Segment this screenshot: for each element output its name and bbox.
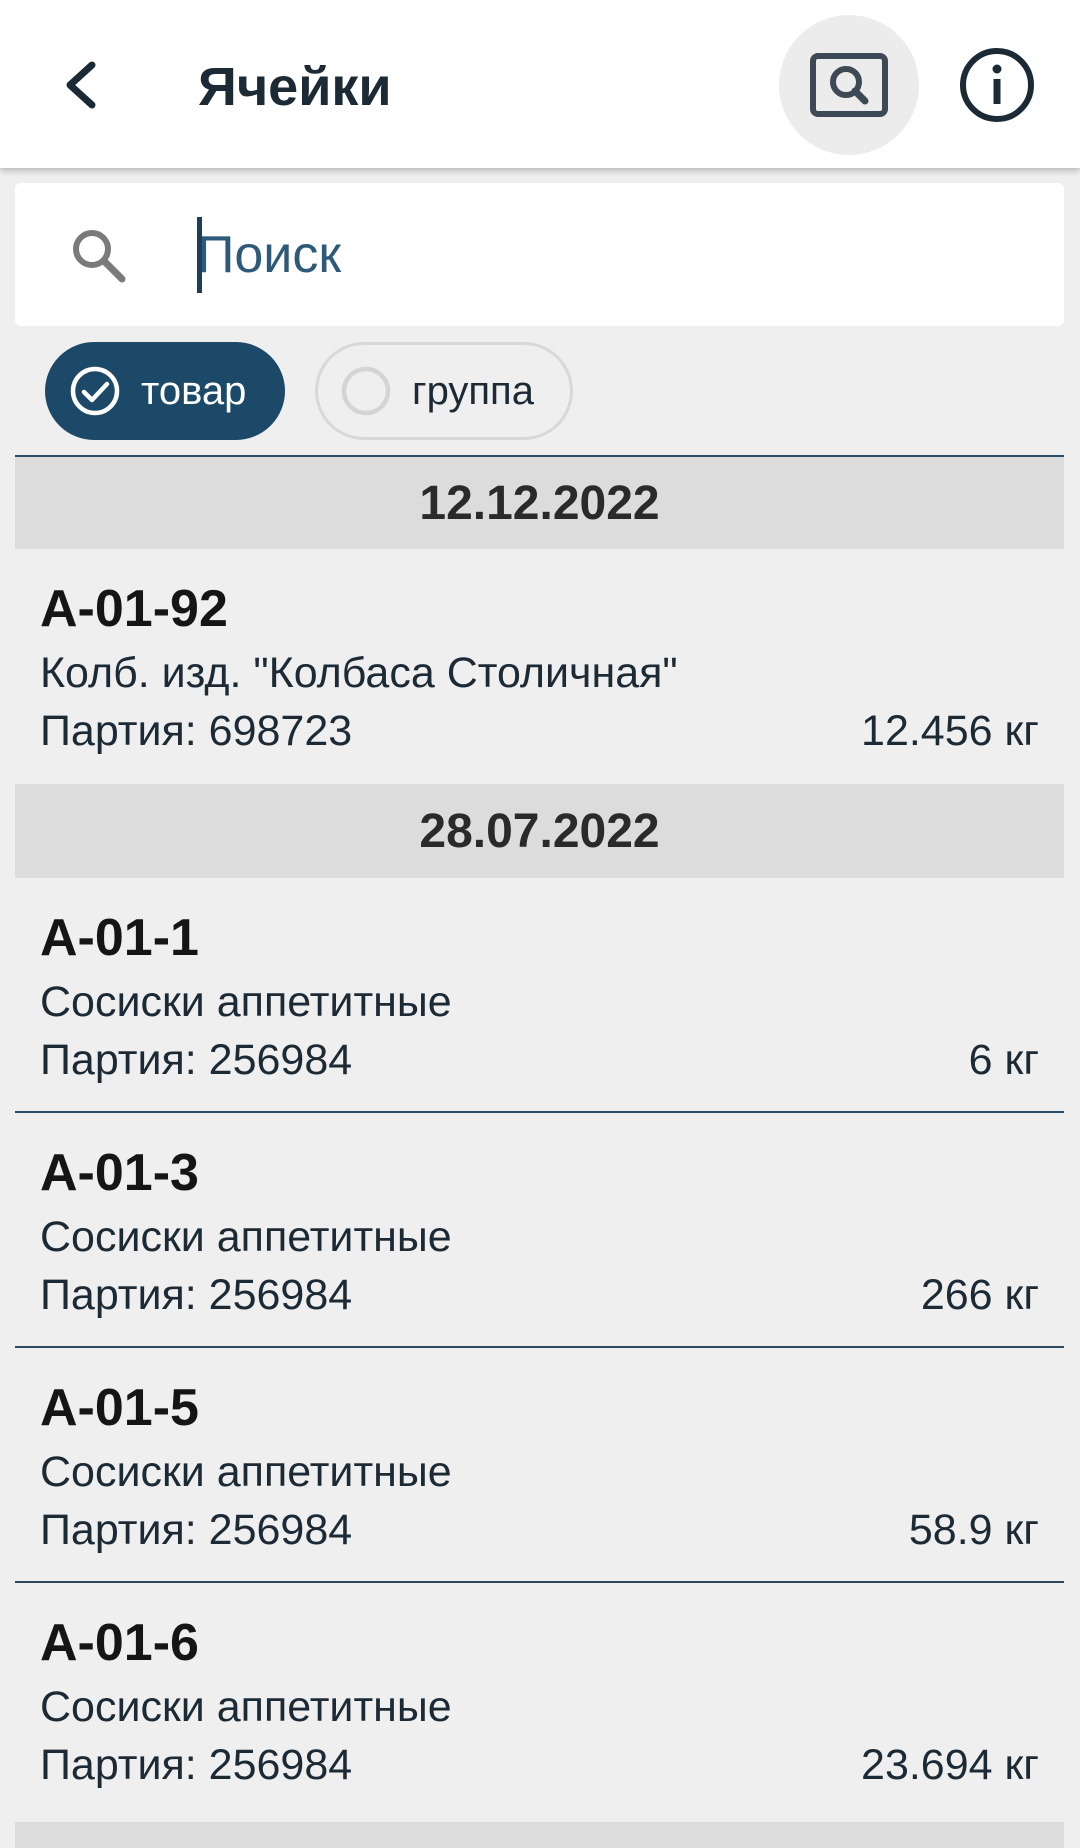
list-item[interactable]: A-01-5 Сосиски аппетитные Партия: 256984… (15, 1348, 1064, 1583)
item-weight: 12.456 кг (861, 707, 1039, 755)
item-product-name: Сосиски аппетитные (40, 1683, 452, 1731)
page-title: Ячейки (198, 57, 392, 117)
search-input[interactable] (197, 213, 1017, 297)
text-cursor (197, 217, 202, 293)
item-cell: A-01-5 (40, 1379, 199, 1437)
item-batch: Партия: 256984 (40, 1271, 353, 1319)
list-item[interactable]: A-01-92 Колб. изд. "Колбаса Столичная" П… (15, 549, 1064, 784)
back-button[interactable] (50, 50, 110, 120)
item-cell: A-01-3 (40, 1144, 199, 1202)
radio-unchecked-icon (341, 366, 391, 416)
item-product-name: Колб. изд. "Колбаса Столичная" (40, 649, 678, 697)
item-weight: 23.694 кг (861, 1741, 1039, 1789)
item-cell: A-01-1 (40, 909, 199, 967)
list-item[interactable]: A-01-3 Сосиски аппетитные Партия: 256984… (15, 1113, 1064, 1348)
filter-chip-group-label: группа (412, 368, 534, 413)
info-icon (960, 48, 1034, 122)
item-weight: 266 кг (920, 1271, 1039, 1319)
search-icon (73, 230, 126, 283)
date-header: 12.12.2022 (15, 455, 1064, 549)
date-header: 28.07.2022 (15, 784, 1064, 878)
check-circle-icon (70, 366, 120, 416)
item-batch: Партия: 256984 (40, 1036, 353, 1084)
filter-chip-product[interactable]: товар (45, 342, 285, 440)
filter-chip-group[interactable]: группа (315, 342, 573, 440)
item-batch: Партия: 256984 (40, 1741, 353, 1789)
scan-search-icon (810, 53, 888, 117)
app-bar: Ячейки (0, 0, 1080, 168)
item-weight: 58.9 кг (908, 1506, 1039, 1554)
item-product-name: Сосиски аппетитные (40, 978, 452, 1026)
arrow-back-icon (66, 61, 96, 109)
list-item[interactable]: A-01-1 Сосиски аппетитные Партия: 256984… (15, 878, 1064, 1113)
item-cell: A-01-92 (40, 580, 228, 638)
item-product-name: Сосиски аппетитные (40, 1448, 452, 1496)
filter-chip-product-label: товар (141, 368, 247, 413)
item-weight: 6 кг (968, 1036, 1039, 1084)
item-batch: Партия: 256984 (40, 1506, 353, 1554)
next-date-header-edge (15, 1822, 1064, 1848)
scan-search-button[interactable] (779, 15, 919, 155)
item-batch: Партия: 698723 (40, 707, 353, 755)
list-item[interactable]: A-01-6 Сосиски аппетитные Партия: 256984… (15, 1583, 1064, 1818)
info-button[interactable] (952, 40, 1042, 130)
item-cell: A-01-6 (40, 1614, 199, 1672)
cells-list: 12.12.2022 A-01-92 Колб. изд. "Колбаса С… (15, 455, 1064, 1818)
item-product-name: Сосиски аппетитные (40, 1213, 452, 1261)
search-bar (15, 183, 1064, 326)
